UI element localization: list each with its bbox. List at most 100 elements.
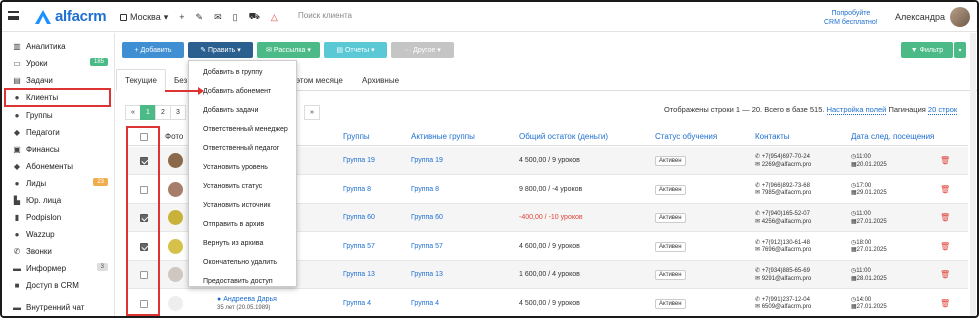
sidebar-item-teachers[interactable]: ◆ Педагоги bbox=[2, 124, 114, 141]
phone-value[interactable]: +7(940)165-52-07 bbox=[762, 211, 810, 217]
menu-item-delete[interactable]: Окончательно удалить bbox=[189, 253, 296, 272]
tab-current[interactable]: Текущие bbox=[116, 69, 166, 91]
filter-button[interactable]: ▼ Фильтр bbox=[901, 42, 953, 58]
group-link[interactable]: Группа 60 bbox=[343, 214, 375, 221]
sidebar-item-crm-access[interactable]: ■ Доступ в CRM bbox=[2, 277, 114, 294]
menu-item-add-subscription[interactable]: Добавить абонемент bbox=[189, 82, 296, 101]
client-photo[interactable] bbox=[168, 153, 183, 168]
sidebar-item-analytics[interactable]: ▥ Аналитика bbox=[2, 38, 114, 55]
vertical-scrollbar[interactable] bbox=[970, 33, 976, 316]
plus-icon[interactable]: + bbox=[179, 12, 184, 22]
menu-item-add-to-group[interactable]: Добавить в группу bbox=[189, 63, 296, 82]
client-name-link[interactable]: ● Андреева Дарья bbox=[217, 296, 277, 303]
email-value[interactable]: 4256@alfacrm.pro bbox=[762, 219, 811, 225]
sidebar-item-informer[interactable]: ▬ Информер 3 bbox=[2, 260, 114, 277]
edit-button[interactable]: ✎ Править ▾ bbox=[188, 42, 253, 58]
menu-item-archive[interactable]: Отправить в архив bbox=[189, 215, 296, 234]
sidebar-item-subscriptions[interactable]: ◆ Абонементы bbox=[2, 158, 114, 175]
user-avatar[interactable] bbox=[950, 7, 970, 27]
header-next-date[interactable]: Дата след. посещения bbox=[851, 132, 934, 141]
menu-item-teacher[interactable]: Ответственный педагог bbox=[189, 139, 296, 158]
trash-icon[interactable]: 🗑 bbox=[940, 299, 950, 308]
phone-value[interactable]: +7(912)130-61-48 bbox=[762, 240, 810, 246]
per-page-link[interactable]: 20 строк bbox=[927, 105, 958, 115]
client-photo[interactable] bbox=[168, 181, 183, 197]
field-settings-link[interactable]: Настройка полей bbox=[826, 105, 887, 115]
header-groups[interactable]: Группы bbox=[343, 132, 370, 141]
active-group-link[interactable]: Группа 57 bbox=[411, 243, 443, 250]
logo[interactable]: alfacrm bbox=[35, 8, 107, 25]
prev-page-button[interactable]: « bbox=[125, 105, 141, 120]
bell-icon[interactable]: △ bbox=[271, 12, 278, 23]
user-name[interactable]: Александра bbox=[895, 12, 945, 22]
tab-this-month[interactable]: этом месяце bbox=[288, 69, 351, 91]
menu-item-grant-access[interactable]: Предоставить доступ bbox=[189, 272, 296, 291]
sidebar-item-legal[interactable]: ▙ Юр. лица bbox=[2, 192, 114, 209]
sidebar-item-internal-chat[interactable]: ▬ Внутренний чат bbox=[2, 299, 114, 316]
sidebar-item-lessons[interactable]: ▭ Уроки 185 bbox=[2, 55, 114, 72]
tab-archive[interactable]: Архивные bbox=[354, 69, 407, 91]
header-balance[interactable]: Общий остаток (деньги) bbox=[519, 132, 608, 141]
trash-icon[interactable]: 🗑 bbox=[940, 270, 950, 279]
sidebar-item-tasks[interactable]: ▤ Задачи bbox=[2, 72, 114, 89]
other-button[interactable]: ··· Другое ▾ bbox=[391, 42, 454, 58]
menu-item-set-level[interactable]: Установить уровень bbox=[189, 158, 296, 177]
active-group-link[interactable]: Группа 13 bbox=[411, 271, 443, 278]
sidebar-item-leads[interactable]: ● Лиды 23 bbox=[2, 175, 114, 192]
trash-icon[interactable]: 🗑 bbox=[940, 242, 950, 251]
phone-value[interactable]: +7(966)892-73-68 bbox=[762, 183, 810, 189]
sidebar-item-calls[interactable]: ✆ Звонки bbox=[2, 243, 114, 260]
menu-item-unarchive[interactable]: Вернуть из архива bbox=[189, 234, 296, 253]
trash-icon[interactable]: 🗑 bbox=[940, 213, 950, 222]
client-photo[interactable] bbox=[168, 210, 183, 225]
phone-value[interactable]: +7(991)237-12-04 bbox=[762, 297, 810, 303]
menu-item-manager[interactable]: Ответственный менеджер bbox=[189, 120, 296, 139]
wrench-icon[interactable]: ✎ bbox=[196, 12, 204, 23]
add-button[interactable]: + Добавить bbox=[122, 42, 184, 58]
sidebar-item-wazzup[interactable]: ● Wazzup bbox=[2, 226, 114, 243]
client-photo[interactable] bbox=[168, 238, 183, 254]
sidebar-item-groups[interactable]: ● Группы bbox=[2, 107, 114, 124]
group-link[interactable]: Группа 57 bbox=[343, 243, 375, 250]
header-contacts[interactable]: Контакты bbox=[755, 132, 790, 141]
group-link[interactable]: Группа 19 bbox=[343, 157, 375, 164]
trash-icon[interactable]: 🗑 bbox=[940, 185, 950, 194]
mobile-icon[interactable]: ▯ bbox=[233, 12, 238, 23]
sidebar-item-clients[interactable]: ● Клиенты bbox=[4, 88, 111, 107]
menu-item-set-source[interactable]: Установить источник bbox=[189, 196, 296, 215]
table-row[interactable]: ● Андреева Дарья 35 лет (20.05.1989) Групп… bbox=[128, 290, 968, 317]
email-value[interactable]: 9291@alfacrm.pro bbox=[762, 276, 811, 282]
client-photo[interactable] bbox=[168, 267, 183, 282]
reports-button[interactable]: ▤ Отчеты ▾ bbox=[324, 42, 387, 58]
active-group-link[interactable]: Группа 19 bbox=[411, 157, 443, 164]
group-link[interactable]: Группа 13 bbox=[343, 271, 375, 278]
active-group-link[interactable]: Группа 8 bbox=[411, 186, 439, 193]
filter-dropdown-button[interactable]: ▾ bbox=[954, 42, 966, 58]
next-page-button[interactable]: » bbox=[304, 105, 320, 120]
sidebar-item-podpislon[interactable]: ▮ Podpislon bbox=[2, 209, 114, 226]
email-value[interactable]: 7696@alfacrm.pro bbox=[762, 247, 811, 253]
header-active-groups[interactable]: Активные группы bbox=[411, 132, 475, 141]
promo-link[interactable]: Попробуйте CRM бесплатно! bbox=[824, 9, 878, 27]
menu-item-set-status[interactable]: Установить статус bbox=[189, 177, 296, 196]
page-2-button[interactable]: 2 bbox=[155, 105, 171, 120]
email-value[interactable]: 6509@alfacrm.pro bbox=[762, 304, 811, 310]
page-3-button[interactable]: 3 bbox=[170, 105, 186, 120]
email-value[interactable]: 2269@alfacrm.pro bbox=[762, 162, 811, 168]
group-link[interactable]: Группа 8 bbox=[343, 186, 371, 193]
page-1-button[interactable]: 1 bbox=[140, 105, 156, 120]
menu-item-add-tasks[interactable]: Добавить задачи bbox=[189, 101, 296, 120]
client-search-input[interactable]: Поиск клиента bbox=[298, 11, 352, 20]
cart-icon[interactable]: ⛟ bbox=[249, 11, 260, 23]
menu-icon[interactable] bbox=[8, 11, 19, 20]
phone-value[interactable]: +7(934)885-65-69 bbox=[762, 268, 810, 274]
email-value[interactable]: 7985@alfacrm.pro bbox=[762, 190, 811, 196]
active-group-link[interactable]: Группа 60 bbox=[411, 214, 443, 221]
group-link[interactable]: Группа 4 bbox=[343, 300, 371, 307]
sidebar-item-finance[interactable]: ▣ Финансы bbox=[2, 141, 114, 158]
phone-value[interactable]: +7(954)697-70-24 bbox=[762, 154, 810, 160]
client-photo[interactable] bbox=[168, 295, 183, 311]
mail-icon[interactable]: ✉ bbox=[214, 12, 222, 23]
mailing-button[interactable]: ✉ Рассылка ▾ bbox=[257, 42, 320, 58]
city-select[interactable]: Москва ▾ bbox=[120, 12, 168, 23]
